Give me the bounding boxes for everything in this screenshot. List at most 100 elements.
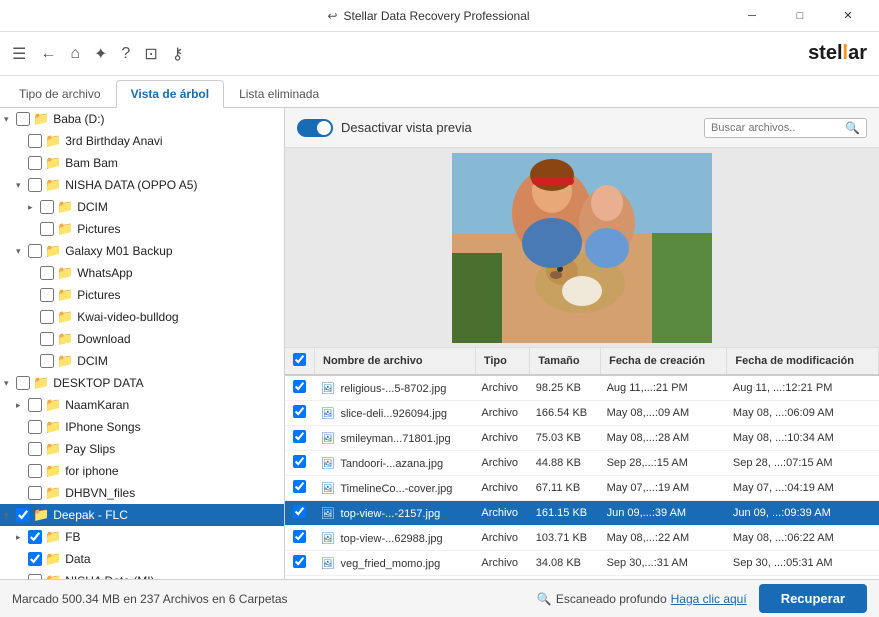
tree-check-kwai[interactable] [40, 310, 54, 324]
row-checkbox[interactable] [293, 555, 306, 568]
tree-check-iphone-songs[interactable] [28, 420, 42, 434]
row-created: Aug 11,...:21 PM [607, 382, 688, 394]
tree-item-baba-d[interactable]: ▾ 📁 Baba (D:) [0, 108, 284, 130]
row-checkbox[interactable] [293, 430, 306, 443]
tree-item-desktop-data[interactable]: ▾ 📁 DESKTOP DATA [0, 372, 284, 394]
row-created: May 07,...:19 AM [607, 482, 690, 494]
tree-check-naam[interactable] [28, 398, 42, 412]
sidebar-tree[interactable]: ▾ 📁 Baba (D:) 📁 3rd Birthday Anavi 📁 Bam… [0, 108, 285, 579]
scan-link[interactable]: Haga clic aquí [671, 592, 747, 606]
tree-check-data[interactable] [28, 552, 42, 566]
tree-item-for-iphone[interactable]: 📁 for iphone [0, 460, 284, 482]
tree-item-nisha-data[interactable]: ▾ 📁 NISHA DATA (OPPO A5) [0, 174, 284, 196]
row-type: Archivo [481, 432, 518, 444]
tree-item-nisha-mi[interactable]: 📁 NISHA Data (MI) [0, 570, 284, 579]
tree-check-fb[interactable] [28, 530, 42, 544]
tree-item-kwai[interactable]: 📁 Kwai-video-bulldog [0, 306, 284, 328]
tree-label: NISHA DATA (OPPO A5) [65, 178, 197, 192]
row-checkbox[interactable] [293, 480, 306, 493]
back-icon[interactable]: ← [40, 45, 56, 63]
tree-check-deepak[interactable] [16, 508, 30, 522]
tree-item-pictures-2[interactable]: 📁 Pictures [0, 284, 284, 306]
table-row[interactable]: 🖼 veg_fried_momo.jpg Archivo 34.08 KB Se… [285, 551, 879, 576]
tree-item-fb[interactable]: ▸ 📁 FB [0, 526, 284, 548]
tree-check-3rd[interactable] [28, 134, 42, 148]
row-created: May 08,...:28 AM [607, 432, 690, 444]
title-bar: ↩ Stellar Data Recovery Professional ─ □… [0, 0, 879, 32]
search-box[interactable]: 🔍 [704, 118, 867, 138]
tree-check-dcim1[interactable] [40, 200, 54, 214]
table-row[interactable]: 🖼 top-view-...-2157.jpg Archivo 161.15 K… [285, 501, 879, 526]
row-checkbox[interactable] [293, 380, 306, 393]
tree-item-deepak-flc[interactable]: ▾ 📁 Deepak - FLC [0, 504, 284, 526]
tab-tree-view[interactable]: Vista de árbol [116, 80, 224, 108]
row-checkbox[interactable] [293, 530, 306, 543]
row-size: 75.03 KB [536, 432, 581, 444]
tree-check-dcim2[interactable] [40, 354, 54, 368]
tree-check-bam[interactable] [28, 156, 42, 170]
home-icon[interactable]: ⌂ [70, 45, 80, 63]
status-right: 🔍 Escaneado profundo Haga clic aquí Recu… [537, 584, 867, 613]
recover-icon[interactable]: ✦ [94, 44, 107, 64]
help-icon[interactable]: ? [121, 45, 130, 63]
cart-icon[interactable]: ⊡ [144, 44, 157, 64]
tree-check-download[interactable] [40, 332, 54, 346]
tree-item-dhbvn[interactable]: 📁 DHBVN_files [0, 482, 284, 504]
preview-toggle[interactable] [297, 119, 333, 137]
table-row[interactable]: 🖼 religious-...5-8702.jpg Archivo 98.25 … [285, 375, 879, 401]
tree-item-iphone-songs[interactable]: 📁 IPhone Songs [0, 416, 284, 438]
minimize-button[interactable]: ─ [729, 0, 775, 32]
tree-item-whatsapp[interactable]: 📁 WhatsApp [0, 262, 284, 284]
table-row[interactable]: 🖼 vegan-chil...-of-13.jpg Archivo 244.06… [285, 576, 879, 580]
tree-item-pay-slips[interactable]: 📁 Pay Slips [0, 438, 284, 460]
table-row[interactable]: 🖼 smileyman...71801.jpg Archivo 75.03 KB… [285, 426, 879, 451]
tree-check-baba-d[interactable] [16, 112, 30, 126]
tree-item-dcim-2[interactable]: 📁 DCIM [0, 350, 284, 372]
tree-item-data[interactable]: 📁 Data [0, 548, 284, 570]
select-all-check[interactable] [293, 353, 306, 366]
row-checkbox[interactable] [293, 505, 306, 518]
tab-file-type[interactable]: Tipo de archivo [4, 80, 116, 107]
folder-icon: 📁 [45, 243, 61, 259]
row-checkbox[interactable] [293, 455, 306, 468]
key-icon[interactable]: ⚷ [172, 44, 184, 64]
tree-item-bam-bam[interactable]: 📁 Bam Bam [0, 152, 284, 174]
tree-check-nisha-mi[interactable] [28, 574, 42, 579]
tree-check-galaxy[interactable] [28, 244, 42, 258]
tree-check-nisha[interactable] [28, 178, 42, 192]
row-created-cell: May 08,...:28 AM [601, 426, 727, 451]
recover-button[interactable]: Recuperar [759, 584, 867, 613]
tree-check-pic1[interactable] [40, 222, 54, 236]
file-icon: 🖼 [321, 383, 335, 395]
tree-check-for-iphone[interactable] [28, 464, 42, 478]
tree-check-dhbvn[interactable] [28, 486, 42, 500]
tree-item-dcim-1[interactable]: ▸ 📁 DCIM [0, 196, 284, 218]
close-button[interactable]: ✕ [825, 0, 871, 32]
maximize-button[interactable]: □ [777, 0, 823, 32]
search-input[interactable] [711, 122, 841, 134]
tree-label: WhatsApp [77, 266, 132, 280]
tree-item-naamkaran[interactable]: ▸ 📁 NaamKaran [0, 394, 284, 416]
table-row[interactable]: 🖼 Tandoori-...azana.jpg Archivo 44.88 KB… [285, 451, 879, 476]
table-row[interactable]: 🖼 TimelineCo...-cover.jpg Archivo 67.11 … [285, 476, 879, 501]
file-table-container[interactable]: Nombre de archivo Tipo Tamaño Fecha de c… [285, 348, 879, 579]
hamburger-icon[interactable]: ☰ [12, 44, 26, 64]
tree-check-whatsapp[interactable] [40, 266, 54, 280]
tree-item-3rd-birthday[interactable]: 📁 3rd Birthday Anavi [0, 130, 284, 152]
row-checkbox[interactable] [293, 405, 306, 418]
tree-item-download[interactable]: 📁 Download [0, 328, 284, 350]
row-modified-cell: May 08, ...:06:09 AM [727, 401, 879, 426]
row-size: 161.15 KB [536, 507, 587, 519]
tree-item-galaxy-m01[interactable]: ▾ 📁 Galaxy M01 Backup [0, 240, 284, 262]
tree-item-pictures-1[interactable]: 📁 Pictures [0, 218, 284, 240]
row-type-cell: Archivo [475, 451, 529, 476]
tree-check-desktop[interactable] [16, 376, 30, 390]
table-row[interactable]: 🖼 slice-deli...926094.jpg Archivo 166.54… [285, 401, 879, 426]
tree-check-pay[interactable] [28, 442, 42, 456]
row-type: Archivo [481, 382, 518, 394]
row-modified: Jun 09, ...:09:39 AM [733, 507, 831, 519]
table-row[interactable]: 🖼 top-view-...62988.jpg Archivo 103.71 K… [285, 526, 879, 551]
row-size-cell: 67.11 KB [530, 476, 601, 501]
tab-deleted-list[interactable]: Lista eliminada [224, 80, 334, 107]
tree-check-pic2[interactable] [40, 288, 54, 302]
